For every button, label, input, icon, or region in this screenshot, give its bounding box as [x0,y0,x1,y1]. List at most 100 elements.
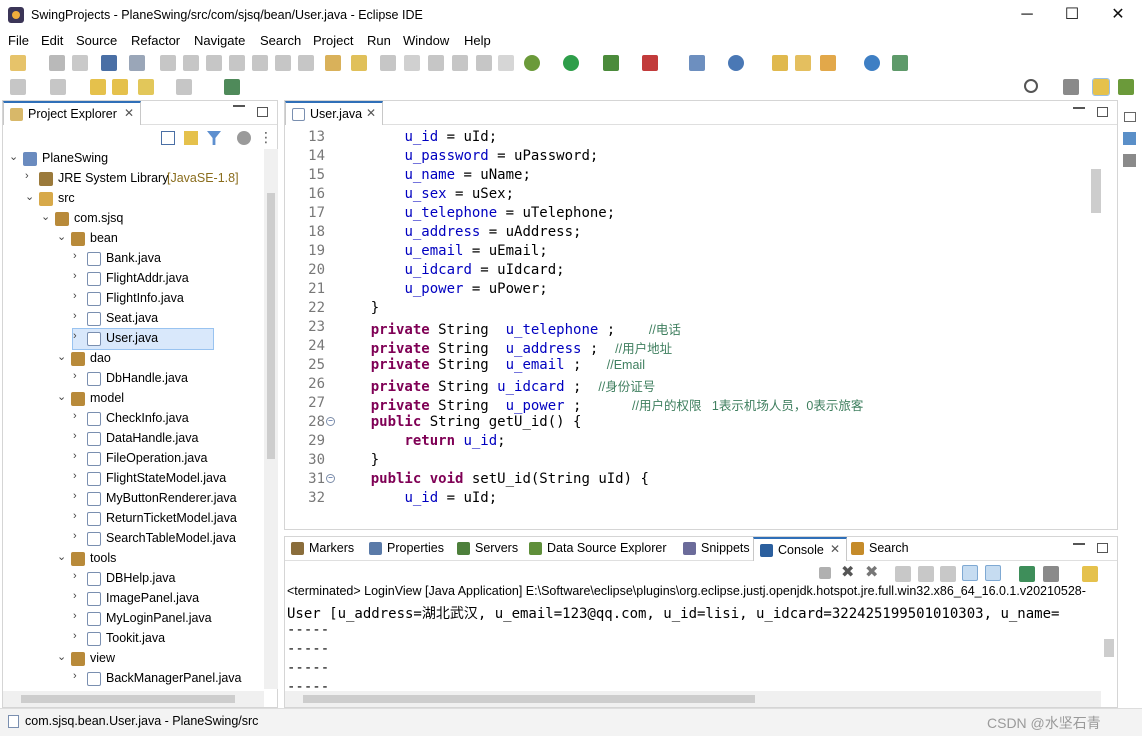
collapsed-arrow-icon[interactable]: › [73,330,85,342]
terminal-icon[interactable] [101,55,117,71]
skip-breakpoints-icon[interactable] [129,55,145,71]
task-list-icon[interactable] [1123,154,1136,167]
coverage-icon[interactable] [603,55,619,71]
word-wrap-console-icon[interactable] [940,566,956,582]
tab-snippets[interactable]: Snippets [677,537,755,561]
collapsed-arrow-icon[interactable]: › [73,430,85,442]
pin-console-icon[interactable] [1019,566,1035,582]
editor-vertical-scrollbar[interactable] [1089,129,1103,513]
open-console-icon[interactable] [1082,566,1098,582]
new-java-class-icon[interactable] [728,55,744,71]
terminate-console-icon[interactable] [819,567,831,579]
collapsed-arrow-icon[interactable]: › [73,470,85,482]
collapsed-arrow-icon[interactable]: › [73,570,85,582]
word-wrap-icon[interactable] [404,55,420,71]
menu-source[interactable]: Source [76,33,117,48]
maximize-button[interactable]: ☐ [1057,4,1087,26]
toggle-comment-icon[interactable] [351,55,367,71]
disconnect-icon[interactable] [229,55,245,71]
tab-project-explorer[interactable]: Project Explorer ✕ [3,101,141,125]
open-task-icon[interactable] [795,55,811,71]
menu-edit[interactable]: Edit [41,33,63,48]
collapsed-arrow-icon[interactable]: › [73,490,85,502]
menu-help[interactable]: Help [464,33,491,48]
collapsed-arrow-icon[interactable]: › [73,450,85,462]
tab-markers[interactable]: Markers [285,537,365,561]
previous-annotation-icon[interactable] [50,79,66,95]
collapsed-arrow-icon[interactable]: › [73,310,85,322]
explorer-scroll-thumb[interactable] [267,193,275,459]
collapsed-arrow-icon[interactable]: › [73,590,85,602]
minimize-console-icon[interactable] [1073,543,1085,545]
tab-user-java[interactable]: User.java ✕ [285,101,383,125]
expanded-arrow-icon[interactable]: ⌄ [57,650,69,663]
terminate-icon[interactable] [206,55,222,71]
clear-console-icon[interactable] [895,566,911,582]
back-arrow-icon[interactable] [138,79,154,95]
restore-icon[interactable] [1124,112,1136,122]
console-hscroll-thumb[interactable] [303,695,755,703]
menu-search[interactable]: Search [260,33,301,48]
collapsed-arrow-icon[interactable]: › [73,250,85,262]
collapsed-arrow-icon[interactable]: › [73,290,85,302]
console-horizontal-scrollbar[interactable] [285,691,1101,707]
view-menu-icon[interactable]: ⋮ [259,130,273,145]
display-selected-console-icon[interactable] [1043,566,1059,582]
remove-all-launches-icon[interactable]: ✖ [865,565,881,582]
console-scroll-thumb[interactable] [1104,639,1114,657]
menu-navigate[interactable]: Navigate [194,33,245,48]
java-ee-perspective-icon[interactable] [1092,78,1110,96]
mark-occurrences-icon[interactable] [380,55,396,71]
filter-icon[interactable] [207,131,221,145]
tab-properties[interactable]: Properties [363,537,453,561]
paragraph-icon[interactable] [498,55,514,71]
next-annotation-icon[interactable] [10,79,26,95]
use-step-filters-icon[interactable] [325,55,341,71]
menu-file[interactable]: File [8,33,29,48]
menu-project[interactable]: Project [313,33,353,48]
search-icon[interactable] [1024,79,1038,93]
link-with-editor-icon[interactable] [184,131,198,145]
tab-search[interactable]: Search [845,537,915,561]
back-edit-icon[interactable] [112,79,128,95]
tab-console[interactable]: Console ✕ [753,537,847,561]
show-source-icon[interactable] [476,55,492,71]
collapsed-arrow-icon[interactable]: › [73,270,85,282]
collapsed-arrow-icon[interactable]: › [73,410,85,422]
maximize-console-icon[interactable] [1097,543,1108,553]
forward-arrow-icon[interactable] [176,79,192,95]
close-editor-icon[interactable]: ✕ [366,106,376,120]
editor-horizontal-scrollbar[interactable] [285,513,1089,529]
fold-toggle-icon[interactable]: − [326,417,335,426]
expanded-arrow-icon[interactable]: ⌄ [25,190,37,203]
collapsed-arrow-icon[interactable]: › [73,530,85,542]
expanded-arrow-icon[interactable]: ⌄ [41,210,53,223]
external-tools-icon[interactable] [642,55,658,71]
debug-perspective-icon[interactable] [1118,79,1134,95]
pin-editor-icon[interactable] [224,79,240,95]
scroll-lock-icon[interactable] [918,566,934,582]
expanded-arrow-icon[interactable]: ⌄ [57,550,69,563]
close-window-button[interactable]: ✕ [1103,4,1133,26]
remove-launch-icon[interactable]: ✖ [841,565,857,582]
show-on-stderr-icon[interactable] [985,565,1001,581]
collapsed-arrow-icon[interactable]: › [73,510,85,522]
explorer-horizontal-scrollbar[interactable] [3,691,264,707]
save-all-icon[interactable] [72,55,88,71]
step-into-icon[interactable] [252,55,268,71]
save-icon[interactable] [49,55,65,71]
collapsed-arrow-icon[interactable]: › [73,630,85,642]
debug-icon[interactable] [524,55,540,71]
minimize-editor-icon[interactable] [1073,107,1085,109]
editor-scroll-thumb[interactable] [1091,169,1101,213]
menu-refactor[interactable]: Refactor [131,33,180,48]
minimize-view-icon[interactable] [233,105,245,107]
collapsed-arrow-icon[interactable]: › [25,170,37,182]
tree-item[interactable]: › User.java [72,328,214,350]
web-service-icon[interactable] [892,55,908,71]
step-return-icon[interactable] [298,55,314,71]
tab-servers[interactable]: Servers [451,537,525,561]
expanded-arrow-icon[interactable]: ⌄ [57,350,69,363]
new-icon[interactable] [10,55,26,71]
maximize-editor-icon[interactable] [1097,107,1108,117]
